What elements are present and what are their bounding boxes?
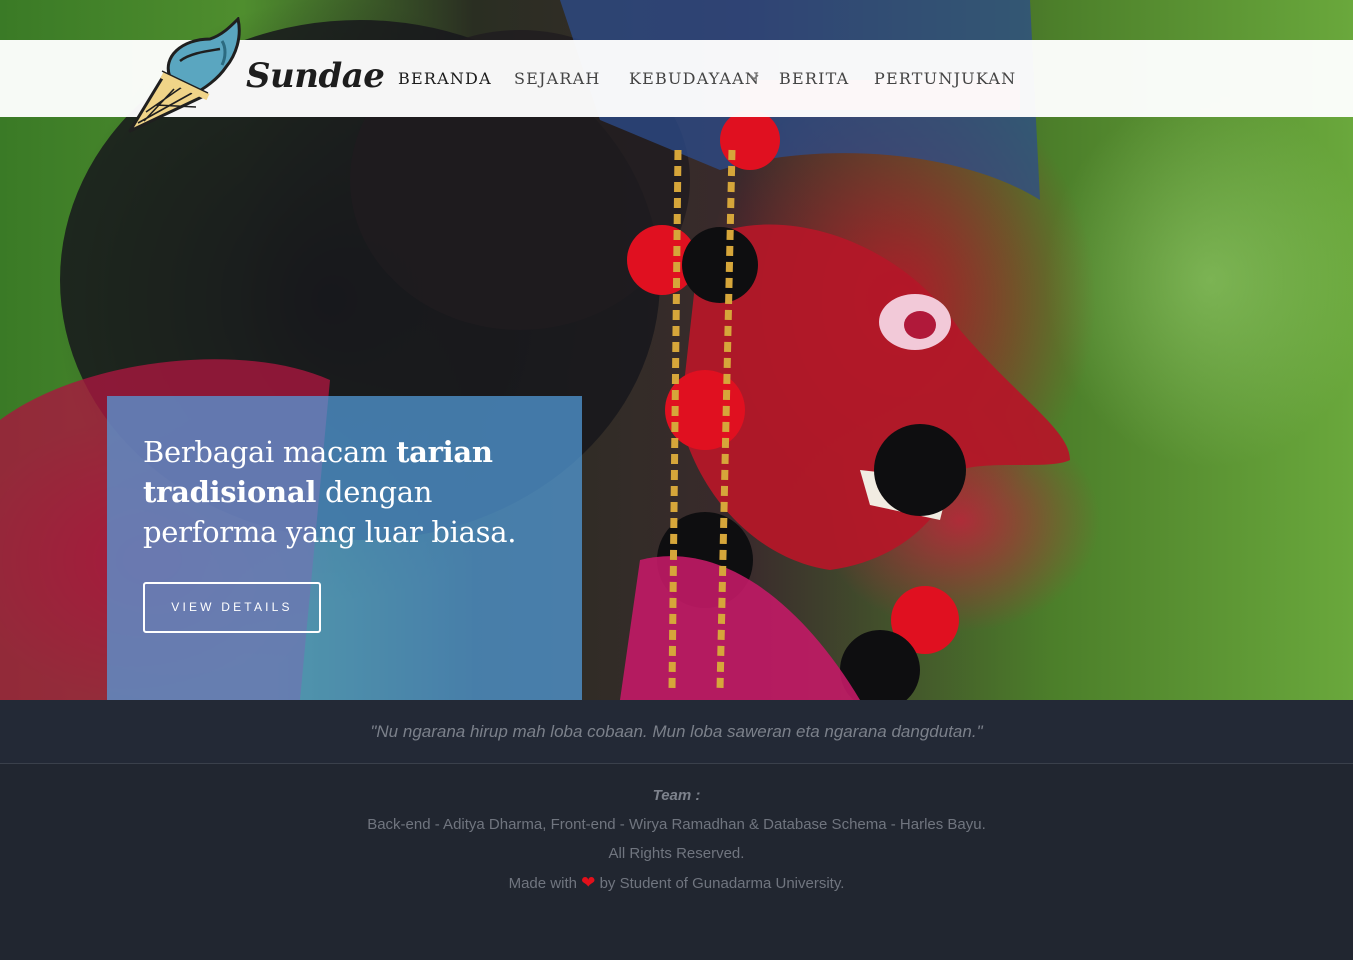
team-credits: Back-end - Aditya Dharma, Front-end - Wi… — [367, 816, 986, 833]
view-details-button[interactable]: VIEW DETAILS — [143, 582, 321, 633]
heart-icon: ❤ — [581, 873, 596, 892]
footer-quote: "Nu ngarana hirup mah loba cobaan. Mun l… — [370, 722, 983, 741]
chevron-down-icon[interactable] — [749, 73, 759, 81]
nav-beranda[interactable]: BERANDA — [398, 69, 492, 88]
ice-cream-logo-icon[interactable] — [122, 17, 244, 137]
nav-pertunjukan[interactable]: PERTUNJUKAN — [874, 69, 1016, 88]
made-prefix: Made with — [508, 875, 577, 892]
nav-sejarah[interactable]: SEJARAH — [514, 69, 601, 88]
quote-bar: "Nu ngarana hirup mah loba cobaan. Mun l… — [0, 700, 1353, 764]
rights-text: All Rights Reserved. — [608, 845, 745, 862]
made-with-line: Made with ❤ by Student of Gunadarma Univ… — [0, 873, 1353, 893]
brand-logo-text[interactable]: Sundae — [246, 56, 385, 96]
team-label: Team : — [652, 787, 701, 804]
nav-berita[interactable]: BERITA — [779, 69, 849, 88]
footer: Team : Back-end - Aditya Dharma, Front-e… — [0, 765, 1353, 960]
caption-part1: Berbagai macam — [143, 435, 397, 469]
hero-caption-box: Berbagai macam tarian tradisional dengan… — [107, 396, 582, 700]
made-suffix: by Student of Gunadarma University. — [599, 875, 845, 892]
nav-kebudayaan[interactable]: KEBUDAYAAN — [629, 69, 760, 88]
hero-caption-text: Berbagai macam tarian tradisional dengan… — [143, 432, 563, 552]
